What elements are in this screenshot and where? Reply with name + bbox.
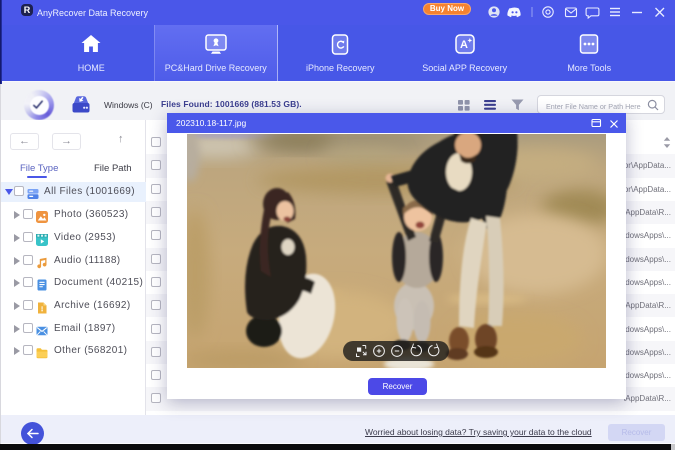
svg-text:A: A bbox=[460, 39, 468, 51]
